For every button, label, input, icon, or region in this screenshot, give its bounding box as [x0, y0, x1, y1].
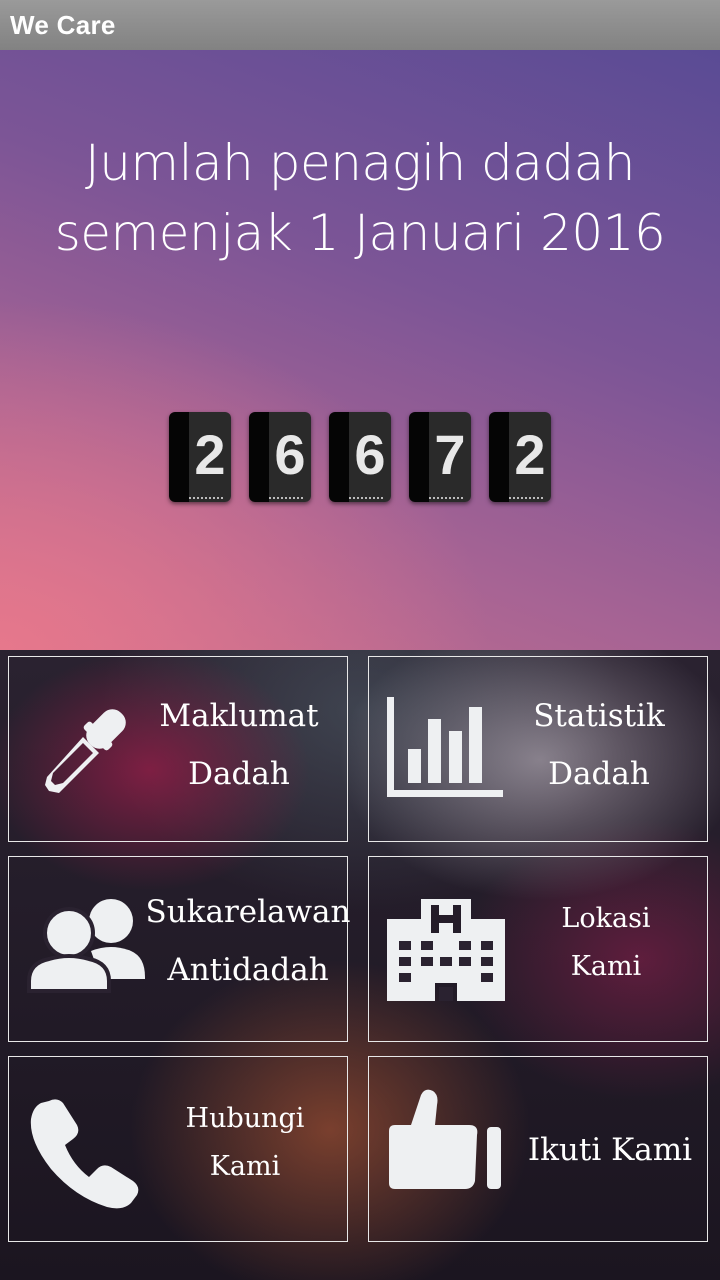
tile-ikuti-kami[interactable]: Ikuti Kami [368, 1056, 708, 1242]
tile-label-line-1: Sukarelawan [145, 894, 351, 930]
counter-digit: 7 [409, 412, 471, 502]
tile-label-line-1: Statistik [533, 698, 665, 734]
tile-label: Maklumat Dadah [141, 687, 337, 803]
hero-banner: Jumlah penagih dadah semenjak 1 Januari … [0, 50, 720, 650]
counter-digit: 2 [489, 412, 551, 502]
tile-label-line-1: Ikuti Kami [527, 1132, 693, 1168]
tile-label-line-2: Dadah [548, 756, 650, 792]
headline-line-2: semenjak 1 Januari 2016 [54, 204, 666, 262]
thumbs-up-icon [389, 1089, 501, 1189]
tile-label: Lokasi Kami [537, 895, 675, 991]
hospital-icon [387, 899, 505, 1001]
counter-digit-value: 2 [194, 423, 226, 486]
tile-lokasi-kami[interactable]: Lokasi Kami [368, 856, 708, 1042]
tile-label-line-1: Hubungi [185, 1103, 305, 1134]
tile-hubungi-kami[interactable]: Hubungi Kami [8, 1056, 348, 1242]
counter-digit: 6 [329, 412, 391, 502]
tile-sukarelawan-antidadah[interactable]: Sukarelawan Antidadah [8, 856, 351, 1042]
dropper-icon [45, 709, 126, 793]
tile-label-line-2: Dadah [188, 756, 290, 792]
tile-label: Statistik Dadah [519, 687, 679, 803]
counter-digit-value: 2 [514, 423, 546, 486]
bar-chart-icon [387, 697, 503, 797]
tile-maklumat-dadah[interactable]: Maklumat Dadah [8, 656, 348, 842]
tile-label: Ikuti Kami [515, 1121, 705, 1179]
counter-digit-value: 6 [354, 423, 386, 486]
tile-label-line-2: Antidadah [167, 952, 329, 988]
headline: Jumlah penagih dadah semenjak 1 Januari … [0, 128, 720, 268]
tile-label-line-2: Kami [570, 951, 642, 982]
headline-line-1: Jumlah penagih dadah [84, 134, 636, 192]
counter-digit-value: 6 [274, 423, 306, 486]
tile-label-line-1: Lokasi [561, 903, 651, 934]
app-title-bar: We Care [0, 0, 720, 50]
tile-label-line-2: Kami [209, 1151, 281, 1182]
tile-statistik-dadah[interactable]: Statistik Dadah [368, 656, 708, 842]
tile-label: Sukarelawan Antidadah [145, 883, 351, 999]
tile-label-line-1: Maklumat [159, 698, 319, 734]
phone-icon [30, 1099, 139, 1209]
counter-digit: 6 [249, 412, 311, 502]
tile-label: Hubungi Kami [169, 1095, 321, 1191]
counter-digit: 2 [169, 412, 231, 502]
counter-digit-value: 7 [434, 423, 466, 486]
app-title: We Care [10, 10, 116, 40]
menu-grid: Maklumat Dadah Statistik Dadah Sukarelaw… [0, 650, 720, 1280]
people-icon [27, 899, 145, 993]
addict-counter: 2 6 6 7 2 [169, 412, 553, 504]
